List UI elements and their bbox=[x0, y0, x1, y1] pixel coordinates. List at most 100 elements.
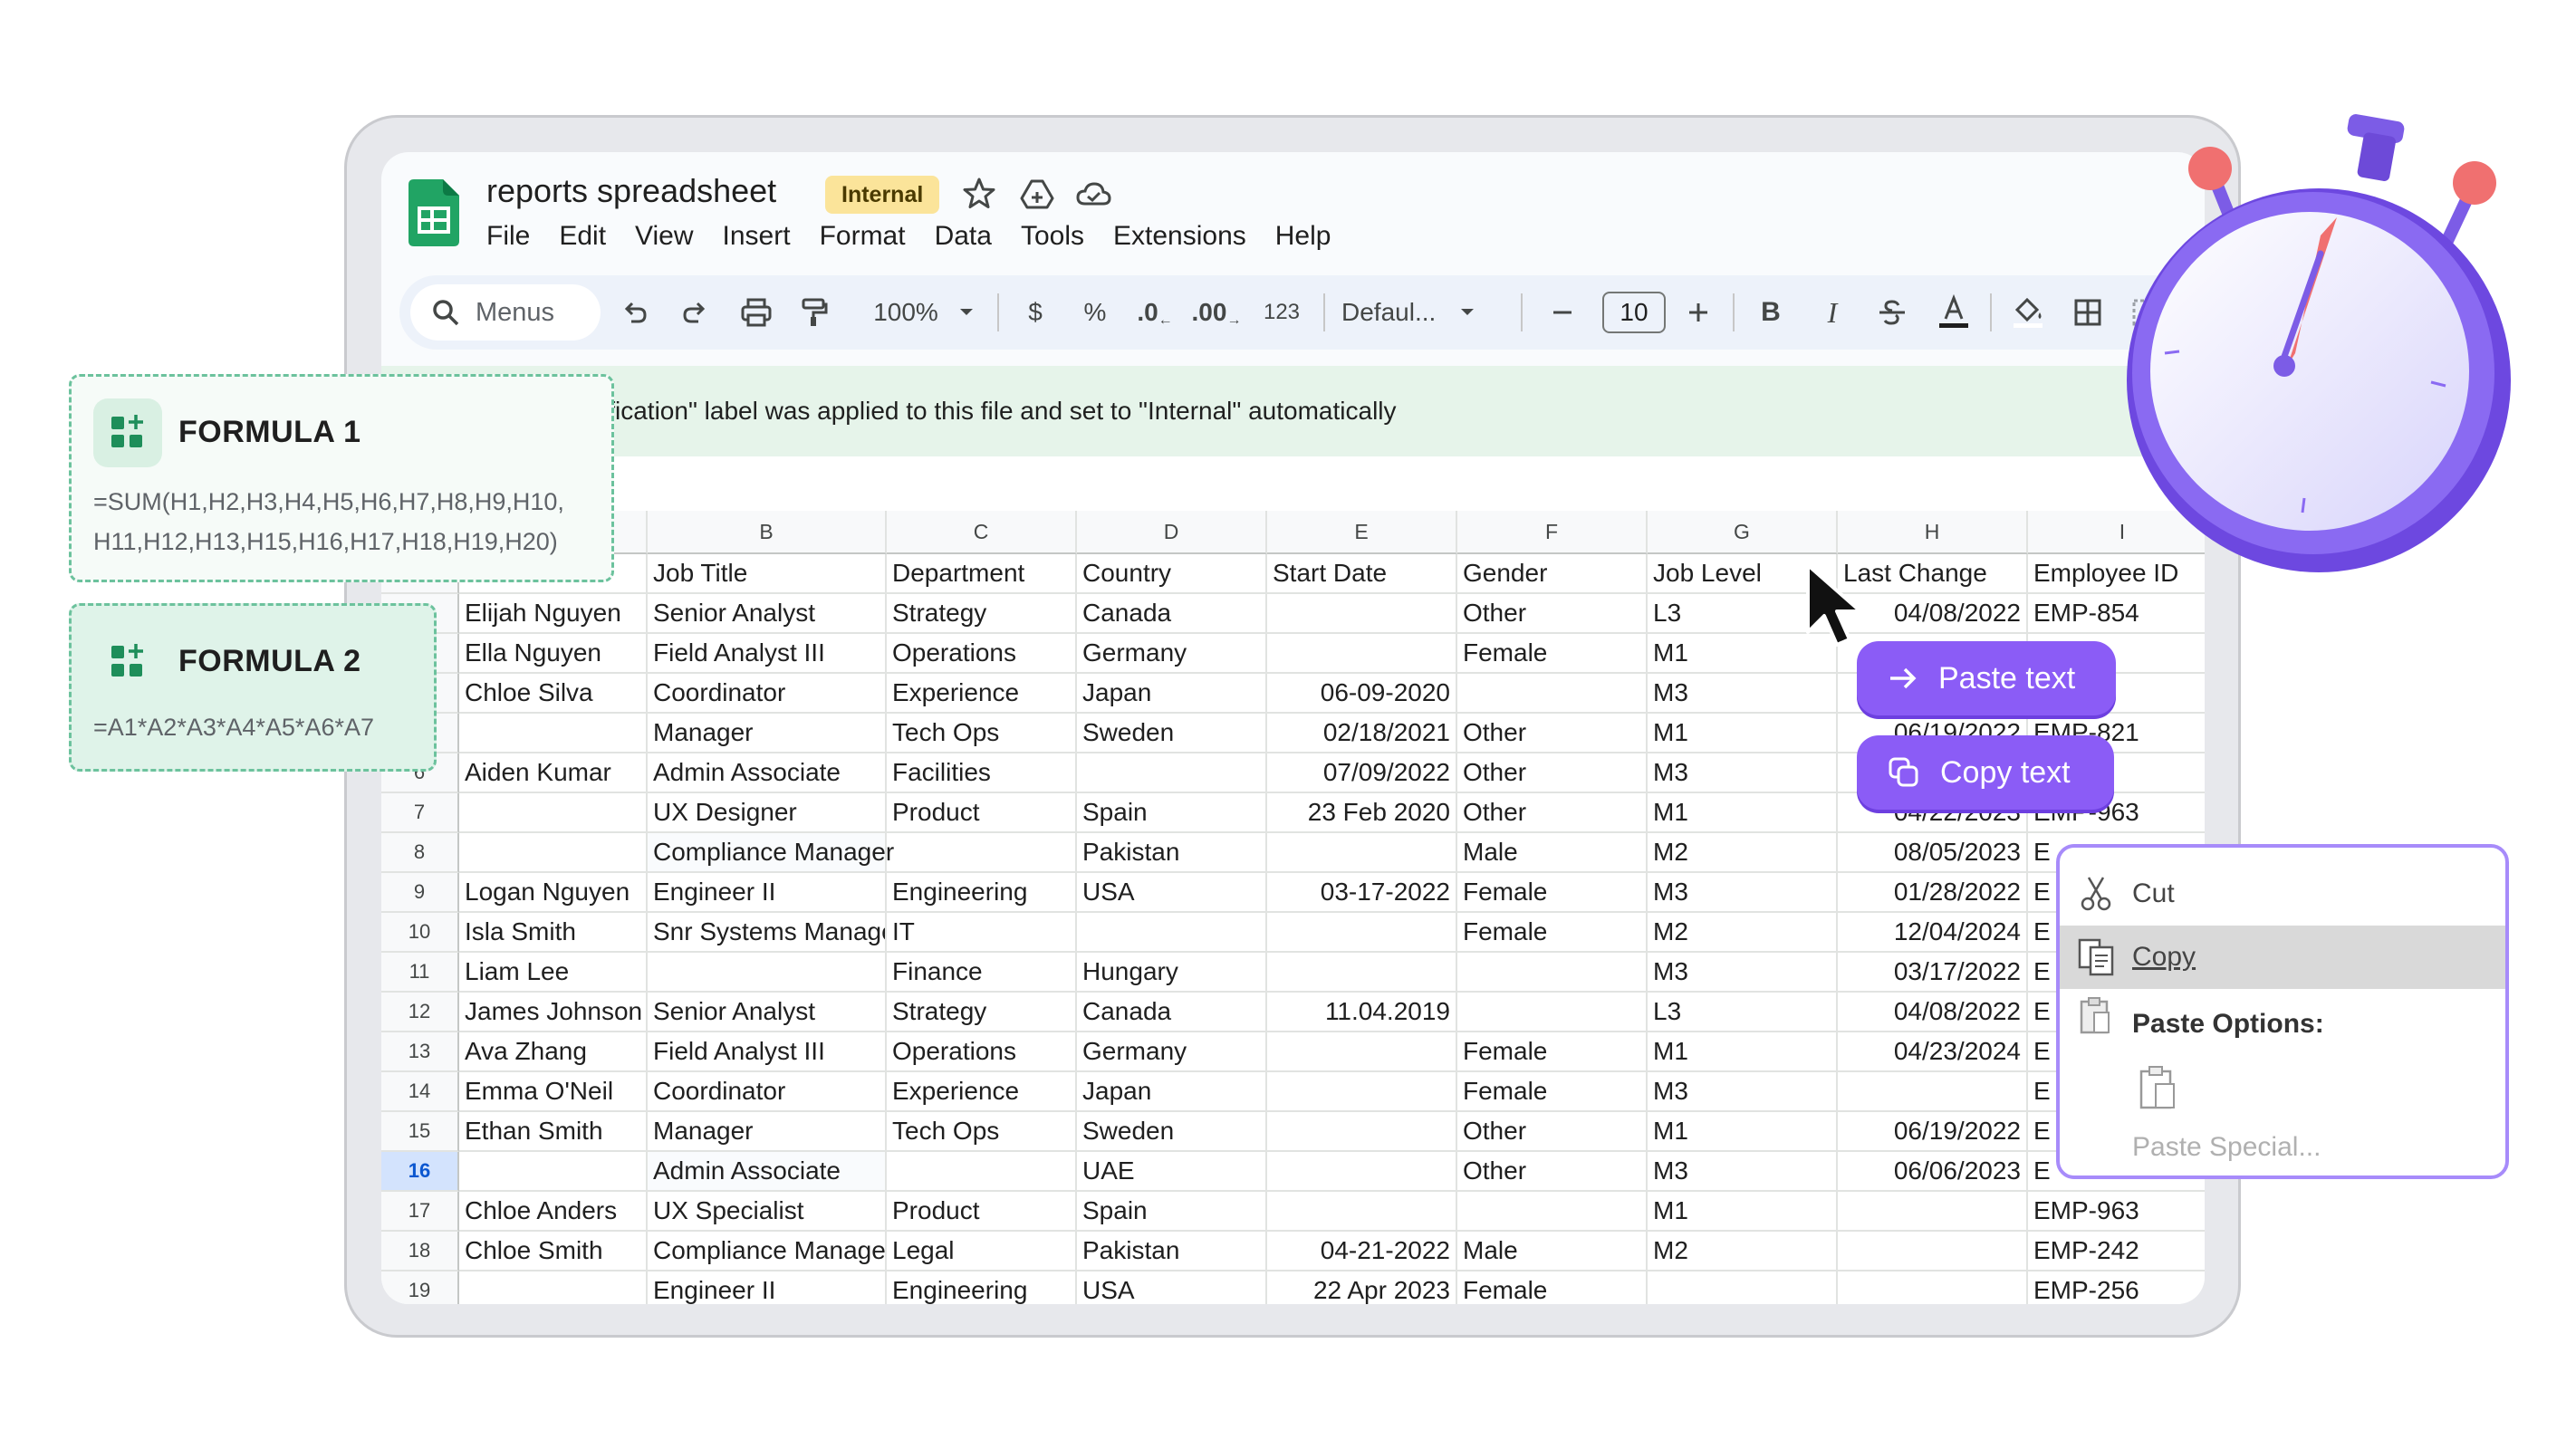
table-cell[interactable]: Female bbox=[1457, 1032, 1648, 1072]
table-cell[interactable]: M3 bbox=[1648, 873, 1838, 913]
menu-tools[interactable]: Tools bbox=[1021, 221, 1084, 252]
currency-button[interactable]: $ bbox=[1012, 275, 1059, 350]
table-cell[interactable] bbox=[1267, 634, 1457, 674]
row-number[interactable]: 18 bbox=[381, 1232, 459, 1271]
table-cell[interactable]: Admin Associate bbox=[648, 1152, 887, 1192]
table-cell[interactable] bbox=[1838, 1072, 2028, 1112]
fill-color-button[interactable] bbox=[2001, 275, 2055, 350]
table-cell[interactable] bbox=[648, 953, 887, 993]
table-cell[interactable] bbox=[1648, 1271, 1838, 1304]
table-cell[interactable] bbox=[459, 714, 648, 753]
table-cell[interactable] bbox=[1267, 594, 1457, 634]
row-number[interactable]: 11 bbox=[381, 953, 459, 993]
table-cell[interactable]: Chloe Anders bbox=[459, 1192, 648, 1232]
table-cell[interactable]: Manager bbox=[648, 714, 887, 753]
print-button[interactable] bbox=[729, 275, 783, 350]
row-number[interactable]: 17 bbox=[381, 1192, 459, 1232]
column-header[interactable]: H bbox=[1838, 511, 2028, 554]
table-cell[interactable]: Snr Systems Manager bbox=[648, 913, 887, 953]
font-select[interactable]: Defaul... bbox=[1341, 275, 1504, 350]
table-cell[interactable] bbox=[1457, 953, 1648, 993]
table-cell[interactable]: Germany bbox=[1077, 634, 1267, 674]
table-cell[interactable]: Chloe Silva bbox=[459, 674, 648, 714]
row-number[interactable]: 7 bbox=[381, 793, 459, 833]
row-number[interactable]: 16 bbox=[381, 1152, 459, 1192]
table-cell[interactable]: Compliance Manager bbox=[648, 1232, 887, 1271]
decrease-font-size-button[interactable] bbox=[1537, 275, 1588, 350]
column-header[interactable]: G bbox=[1648, 511, 1838, 554]
table-cell[interactable]: Product bbox=[887, 1192, 1077, 1232]
table-cell[interactable]: 06/06/2023 bbox=[1838, 1152, 2028, 1192]
header-cell[interactable]: Job Title bbox=[648, 554, 887, 594]
table-cell[interactable]: Female bbox=[1457, 634, 1648, 674]
percent-button[interactable]: % bbox=[1072, 275, 1119, 350]
table-cell[interactable]: Ava Zhang bbox=[459, 1032, 648, 1072]
number-format-button[interactable]: 123 bbox=[1253, 275, 1311, 350]
table-cell[interactable]: Pakistan bbox=[1077, 833, 1267, 873]
strikethrough-button[interactable] bbox=[1867, 275, 1918, 350]
document-title[interactable]: reports spreadsheet bbox=[486, 172, 776, 210]
menu-file[interactable]: File bbox=[486, 221, 530, 252]
table-cell[interactable]: Senior Analyst bbox=[648, 993, 887, 1032]
menu-insert[interactable]: Insert bbox=[723, 221, 791, 252]
table-cell[interactable]: Female bbox=[1457, 873, 1648, 913]
classification-badge[interactable]: Internal bbox=[825, 176, 940, 214]
table-cell[interactable]: Other bbox=[1457, 1112, 1648, 1152]
table-cell[interactable]: M3 bbox=[1648, 1152, 1838, 1192]
table-cell[interactable]: 11.04.2019 bbox=[1267, 993, 1457, 1032]
header-cell[interactable]: Country bbox=[1077, 554, 1267, 594]
table-cell[interactable]: M2 bbox=[1648, 1232, 1838, 1271]
decrease-decimal-button[interactable]: .0 ← bbox=[1129, 275, 1180, 350]
table-cell[interactable]: Japan bbox=[1077, 1072, 1267, 1112]
table-cell[interactable]: 04/08/2022 bbox=[1838, 993, 2028, 1032]
table-cell[interactable]: Spain bbox=[1077, 793, 1267, 833]
table-cell[interactable]: M1 bbox=[1648, 1112, 1838, 1152]
table-cell[interactable] bbox=[1267, 1152, 1457, 1192]
context-menu-cut[interactable]: Cut bbox=[2060, 862, 2505, 926]
table-cell[interactable]: 04-21-2022 bbox=[1267, 1232, 1457, 1271]
column-header[interactable]: E bbox=[1267, 511, 1457, 554]
table-cell[interactable]: Facilities bbox=[887, 753, 1077, 793]
table-cell[interactable]: M3 bbox=[1648, 953, 1838, 993]
table-cell[interactable]: Operations bbox=[887, 1032, 1077, 1072]
table-cell[interactable] bbox=[887, 833, 1077, 873]
table-cell[interactable]: UX Designer bbox=[648, 793, 887, 833]
table-cell[interactable]: Engineering bbox=[887, 873, 1077, 913]
table-cell[interactable] bbox=[1267, 1072, 1457, 1112]
table-cell[interactable]: Ella Nguyen bbox=[459, 634, 648, 674]
menu-data[interactable]: Data bbox=[935, 221, 992, 252]
table-cell[interactable]: Other bbox=[1457, 1152, 1648, 1192]
table-cell[interactable]: 03-17-2022 bbox=[1267, 873, 1457, 913]
header-cell[interactable]: Start Date bbox=[1267, 554, 1457, 594]
row-number[interactable]: 8 bbox=[381, 833, 459, 873]
table-cell[interactable]: Manager bbox=[648, 1112, 887, 1152]
table-cell[interactable]: Aiden Kumar bbox=[459, 753, 648, 793]
table-cell[interactable]: EMP-963 bbox=[2028, 1192, 2205, 1232]
table-cell[interactable] bbox=[887, 1152, 1077, 1192]
table-cell[interactable]: Experience bbox=[887, 1072, 1077, 1112]
table-cell[interactable]: USA bbox=[1077, 1271, 1267, 1304]
table-cell[interactable]: Field Analyst III bbox=[648, 1032, 887, 1072]
table-cell[interactable]: Chloe Smith bbox=[459, 1232, 648, 1271]
increase-font-size-button[interactable] bbox=[1673, 275, 1724, 350]
table-cell[interactable]: M3 bbox=[1648, 1072, 1838, 1112]
table-cell[interactable]: USA bbox=[1077, 873, 1267, 913]
borders-button[interactable] bbox=[2062, 275, 2113, 350]
table-cell[interactable] bbox=[1267, 913, 1457, 953]
table-cell[interactable]: Female bbox=[1457, 913, 1648, 953]
drive-move-icon[interactable] bbox=[1019, 176, 1055, 212]
row-number[interactable]: 10 bbox=[381, 913, 459, 953]
table-cell[interactable] bbox=[1077, 753, 1267, 793]
table-cell[interactable]: UX Specialist bbox=[648, 1192, 887, 1232]
menu-extensions[interactable]: Extensions bbox=[1113, 221, 1246, 252]
menu-help[interactable]: Help bbox=[1275, 221, 1331, 252]
table-cell[interactable] bbox=[1838, 1232, 2028, 1271]
italic-button[interactable]: I bbox=[1807, 275, 1858, 350]
table-cell[interactable]: Other bbox=[1457, 714, 1648, 753]
table-cell[interactable]: Coordinator bbox=[648, 674, 887, 714]
table-cell[interactable]: 06-09-2020 bbox=[1267, 674, 1457, 714]
table-cell[interactable] bbox=[1077, 913, 1267, 953]
menus-search[interactable]: Menus bbox=[410, 284, 601, 341]
table-cell[interactable]: Sweden bbox=[1077, 714, 1267, 753]
table-cell[interactable] bbox=[1267, 1032, 1457, 1072]
